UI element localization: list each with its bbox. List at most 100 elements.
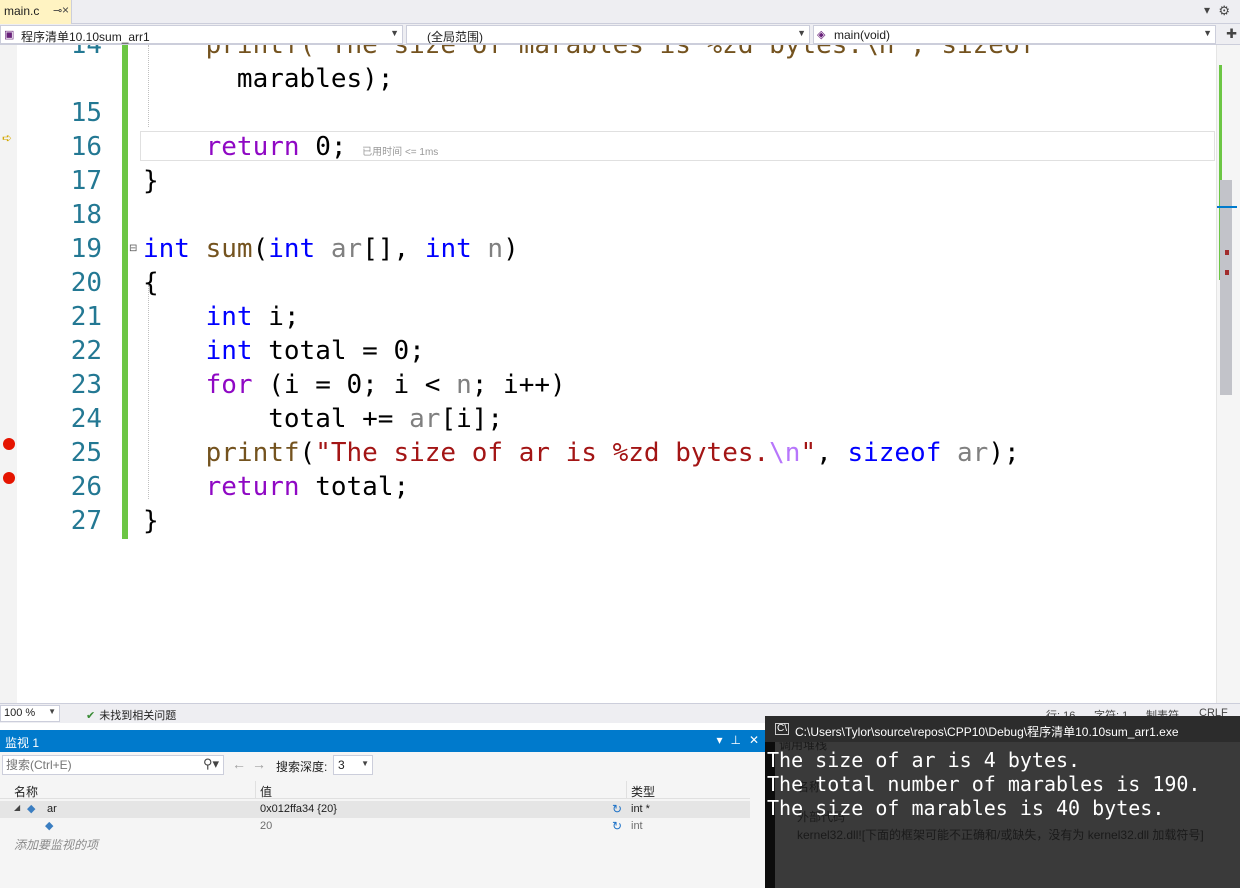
code-line-23: for (i = 0; i < n; i++) [143,368,566,402]
line-number: 20 [70,268,102,298]
watch-row[interactable]: ◆ 20 ↻ int [0,818,750,835]
column-separator[interactable] [255,781,256,799]
code-line-24: total += ar[i]; [143,402,503,436]
scrollbar-breakpoint-marker [1225,270,1229,275]
watch-row-value[interactable]: 0x012ffa34 {20} [260,803,337,815]
line26-rest: total; [299,472,410,502]
tab-main-c[interactable]: main.c ⊸ × [0,0,72,24]
scope-combo[interactable]: (全局范围) ▼ [406,25,810,44]
chevron-down-icon: ▼ [361,759,369,768]
code-line-27: } [143,506,159,536]
int-keyword: int [424,234,472,264]
chevron-down-icon[interactable]: ▾ [716,733,722,747]
chevron-down-icon: ▼ [797,28,806,38]
column-separator[interactable] [626,781,627,799]
line-number: 14 [70,45,102,60]
project-combo[interactable]: ▣ 程序清单10.10sum_arr1 ▼ [0,25,403,44]
code-line-25: printf("The size of ar is %zd bytes.\n",… [143,436,1020,470]
perf-tip[interactable]: 已用时间 <= 1ms [362,147,438,158]
n-param: n [471,234,504,264]
line23-b: ; i++) [471,370,566,400]
breakpoint-icon[interactable] [3,438,15,450]
breakpoint-icon[interactable] [3,472,15,484]
line24-b: [i]; [440,404,504,434]
printf-function: printf [205,438,300,468]
expand-icon[interactable]: ◢ [14,803,20,812]
console-title: C:\Users\Tylor\source\repos\CPP10\Debug\… [795,725,1179,739]
watch-toolbar: ⚲▾ ← → 搜索深度: 3 ▼ [0,752,765,778]
code-line-26: return total; [143,470,410,504]
arrow-left-icon[interactable]: ← [232,756,246,772]
zoom-combo[interactable]: 100 % ▼ [0,705,60,722]
watch-title-bar[interactable]: 监视 1 ▾ ⊥ ✕ [0,730,765,752]
line-number: 16 [70,132,102,162]
sizeof-keyword: sizeof [847,438,942,468]
for-keyword: for [205,370,253,400]
paren-token: ( [252,234,269,264]
column-type[interactable]: 类型 [631,783,655,800]
console-window[interactable]: 调用堆栈 名称 外部代码 kernel32.dll![下面的框架可能不正确和/或… [765,716,1240,888]
watch-row-value[interactable]: 20 [260,820,272,832]
arrow-right-icon[interactable]: → [252,756,266,772]
add-watch-item[interactable]: 添加要监视的项 [14,836,98,853]
close-icon[interactable]: × [62,3,69,17]
line-number: 18 [70,200,102,230]
ide-window: main.c ⊸ × ▾ ⚙ ▣ 程序清单10.10sum_arr1 ▼ (全局… [0,0,1240,888]
line-number: 21 [70,302,102,332]
watch-grid-header: 名称 值 类型 [0,781,750,799]
column-name[interactable]: 名称 [14,783,38,800]
indicator-margin[interactable]: ➪ [0,45,17,703]
line-number: 26 [70,472,102,502]
scrollbar-thumb[interactable] [1220,180,1232,395]
line24-a: total += [205,404,410,434]
search-depth-combo[interactable]: 3 ▼ [333,755,373,775]
issues-indicator[interactable]: ✔ 未找到相关问题 [86,707,176,723]
escape-sequence: \n [769,438,801,468]
line23-a: (i = 0; i < [252,370,457,400]
watch-row-type: int [631,820,643,832]
line-number: 15 [70,98,102,128]
code-line-14-wrap: marables); [143,62,394,96]
search-depth-value: 3 [338,758,345,772]
split-editor-icon[interactable]: ✚ [1226,26,1237,42]
ghost-text: kernel32.dll![下面的框架可能不正确和/或缺失，没有为 kernel… [797,828,1204,842]
document-tab-strip: main.c ⊸ × ▾ ⚙ [0,0,1240,24]
console-title-bar[interactable]: C\ C:\Users\Tylor\source\repos\CPP10\Deb… [765,716,1240,742]
gear-icon[interactable]: ⚙ [1218,3,1230,19]
collapse-icon[interactable]: ⊟ [129,243,137,254]
line14-wrap-text: marables); [236,64,394,94]
pin-icon[interactable]: ⊥ [730,733,740,747]
instruction-pointer-icon: ➪ [2,131,13,145]
refresh-icon[interactable]: ↻ [612,802,622,816]
watch-row[interactable]: ◢ ◆ ar 0x012ffa34 {20} ↻ int * [0,801,750,818]
code-line-19: int sum(int ar[], int n) [143,232,519,266]
code-line-14: printf("The size of marables is %zd byte… [143,45,1036,62]
search-icon[interactable]: ⚲▾ [203,756,219,772]
scope-combo-text: (全局范围) [427,30,483,44]
int-keyword: int [268,234,316,264]
line16-rest: 0; [299,132,347,162]
console-output-line: The total number of marables is 190. [767,772,1201,796]
scrollbar-breakpoint-marker [1225,250,1229,255]
code-editor[interactable]: ➪ 14 15 16 17 18 19 20 21 22 23 24 25 26… [0,45,1240,703]
watch-search-box[interactable]: ⚲▾ [2,755,224,775]
function-combo[interactable]: ◈ main(void) ▼ [813,25,1216,44]
watch-search-input[interactable] [6,758,191,772]
tab-list-dropdown-icon[interactable]: ▾ [1204,3,1210,17]
line21-rest: i; [252,302,300,332]
console-output-line: The size of ar is 4 bytes. [767,748,1081,772]
pin-icon[interactable]: ⊸ [53,4,62,17]
check-circle-icon: ✔ [86,710,96,722]
refresh-icon[interactable]: ↻ [612,819,622,833]
comma-token: , [816,438,848,468]
n-param: n [456,370,472,400]
return-keyword: return [205,132,300,162]
vertical-scrollbar[interactable] [1216,45,1240,703]
return-keyword: return [205,472,300,502]
line14-text: printf("The size of marables is %zd byte… [205,45,1036,60]
column-value[interactable]: 值 [260,783,272,800]
project-icon: ▣ [4,29,15,41]
close-icon[interactable]: ✕ [749,733,759,747]
line-number: 27 [70,506,102,536]
code-line-20: { [143,268,159,298]
